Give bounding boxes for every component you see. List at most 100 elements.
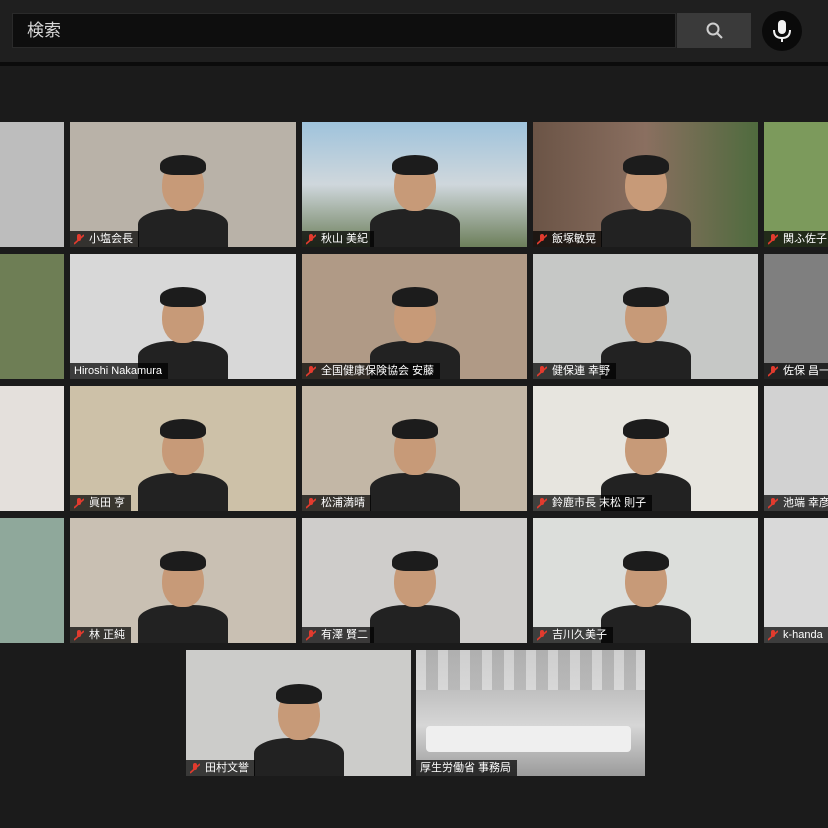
- mic-muted-icon: [306, 629, 316, 641]
- participant-tile[interactable]: 厚生労働省 事務局: [416, 650, 645, 776]
- mic-muted-icon: [190, 762, 200, 774]
- participant-tile[interactable]: 飯塚敏晃: [533, 122, 758, 247]
- participant-name: 池端 幸彦: [783, 497, 828, 509]
- participant-silhouette: [360, 254, 470, 379]
- hair: [622, 287, 669, 307]
- participant-name: 飯塚敏晃: [552, 233, 596, 245]
- participant-tile[interactable]: Hiroshi Nakamura: [70, 254, 296, 379]
- participant-silhouette: [360, 518, 470, 643]
- mic-muted-icon: [768, 365, 778, 377]
- mic-muted-icon: [306, 497, 316, 509]
- participant-tile[interactable]: [0, 518, 64, 643]
- participant-name: 吉川久美子: [552, 629, 607, 641]
- participant-name-tag: 林 正純: [70, 627, 132, 643]
- participant-silhouette: [591, 254, 701, 379]
- participant-name: 秋山 美紀: [321, 233, 369, 245]
- participant-tile[interactable]: 秋山 美紀: [302, 122, 527, 247]
- participant-silhouette: [128, 254, 238, 379]
- mic-muted-icon: [537, 233, 547, 245]
- participant-tile[interactable]: [0, 386, 64, 511]
- mic-muted-icon: [768, 497, 778, 509]
- participant-name: 有澤 賢二: [321, 629, 369, 641]
- participant-tile[interactable]: 健保連 幸野: [533, 254, 758, 379]
- participant-name-tag: 関ふ佐子: [764, 231, 828, 247]
- participant-name-tag: 松浦満晴: [302, 495, 371, 511]
- participant-silhouette: [128, 518, 238, 643]
- participant-name: 小塩会長: [89, 233, 133, 245]
- participant-tile[interactable]: 小塩会長: [70, 122, 296, 247]
- video-feed: [764, 518, 828, 643]
- participant-tile[interactable]: [0, 122, 64, 247]
- voice-search-button[interactable]: [762, 11, 802, 51]
- participant-tile[interactable]: k-handa: [764, 518, 828, 643]
- participant-tile[interactable]: 池端 幸彦: [764, 386, 828, 511]
- torso: [369, 209, 460, 247]
- ceiling-lights: [416, 650, 645, 690]
- mic-muted-icon: [74, 629, 84, 641]
- hair: [622, 155, 669, 175]
- participant-silhouette: [128, 386, 238, 511]
- participant-name-tag: 厚生労働省 事務局: [416, 760, 518, 776]
- participant-silhouette: [591, 386, 701, 511]
- participant-name-tag: 飯塚敏晃: [533, 231, 602, 247]
- hair: [622, 419, 669, 439]
- participant-tile[interactable]: 眞田 亨: [70, 386, 296, 511]
- participant-tile[interactable]: 田村文誉: [186, 650, 411, 776]
- mic-muted-icon: [768, 629, 778, 641]
- participant-name-tag: 吉川久美子: [533, 627, 613, 643]
- participant-tile[interactable]: 鈴鹿市長 末松 則子: [533, 386, 758, 511]
- participant-name-tag: 秋山 美紀: [302, 231, 375, 247]
- hair: [160, 155, 206, 175]
- mic-muted-icon: [74, 497, 84, 509]
- mic-muted-icon: [74, 233, 84, 245]
- divider: [0, 62, 828, 66]
- torso: [369, 473, 460, 511]
- participant-tile[interactable]: 吉川久美子: [533, 518, 758, 643]
- participant-name: 健保連 幸野: [552, 365, 611, 377]
- participant-tile[interactable]: 関ふ佐子: [764, 122, 828, 247]
- hair: [622, 551, 669, 571]
- search-button[interactable]: [677, 13, 751, 48]
- participant-name-tag: 池端 幸彦: [764, 495, 828, 511]
- participant-name: 松浦満晴: [321, 497, 365, 509]
- hair: [275, 684, 322, 704]
- mic-muted-icon: [306, 233, 316, 245]
- mic-muted-icon: [537, 629, 547, 641]
- participant-name: 田村文誉: [205, 762, 249, 774]
- hair: [160, 551, 206, 571]
- participant-tile[interactable]: 全国健康保険協会 安藤: [302, 254, 527, 379]
- torso: [253, 738, 344, 776]
- video-feed: [764, 122, 828, 247]
- participant-name: 佐保 昌一: [783, 365, 828, 377]
- participant-silhouette: [591, 122, 701, 247]
- participant-silhouette: [360, 122, 470, 247]
- participant-silhouette: [128, 122, 238, 247]
- torso: [138, 605, 228, 643]
- search-input[interactable]: 検索: [12, 13, 676, 48]
- mic-muted-icon: [537, 497, 547, 509]
- video-feed: [0, 386, 64, 511]
- hair: [391, 155, 438, 175]
- top-search-bar: 検索: [0, 0, 828, 62]
- participant-name-tag: k-handa: [764, 627, 828, 643]
- participant-name: 眞田 亨: [89, 497, 126, 509]
- participant-tile[interactable]: 林 正純: [70, 518, 296, 643]
- participant-name: 厚生労働省 事務局: [420, 762, 512, 774]
- torso: [600, 605, 691, 643]
- participant-silhouette: [591, 518, 701, 643]
- hair: [391, 551, 438, 571]
- participant-name-tag: 眞田 亨: [70, 495, 132, 511]
- participant-tile[interactable]: 松浦満晴: [302, 386, 527, 511]
- video-feed: [0, 518, 64, 643]
- participant-tile[interactable]: [0, 254, 64, 379]
- torso: [138, 473, 228, 511]
- participant-name-tag: 田村文誉: [186, 760, 255, 776]
- participant-tile[interactable]: 有澤 賢二: [302, 518, 527, 643]
- participant-name-tag: 有澤 賢二: [302, 627, 375, 643]
- participant-name: 鈴鹿市長 末松 則子: [552, 497, 647, 509]
- participant-name-tag: Hiroshi Nakamura: [70, 363, 169, 379]
- participant-tile[interactable]: 佐保 昌一: [764, 254, 828, 379]
- video-feed: [764, 254, 828, 379]
- torso: [369, 605, 460, 643]
- hair: [160, 287, 206, 307]
